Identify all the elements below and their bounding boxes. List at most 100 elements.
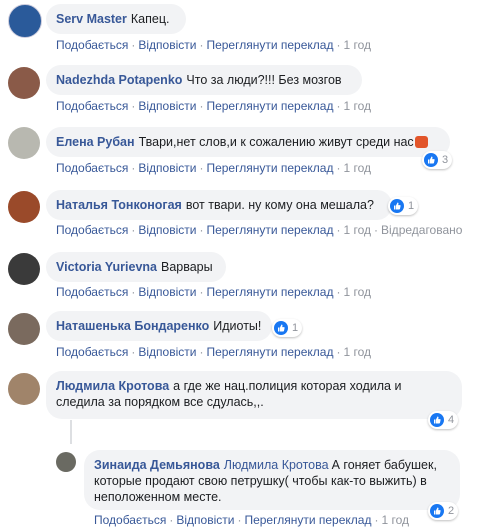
see-translation-link[interactable]: Переглянути переклад: [244, 513, 371, 527]
separator-dot: ·: [374, 513, 379, 527]
comment-author[interactable]: Людмила Кротова: [56, 379, 169, 393]
comment-bubble: Serv Master Капец.: [46, 4, 186, 34]
comment-author[interactable]: Nadezhda Potapenko: [56, 73, 182, 87]
reply-author[interactable]: Зинаида Демьянова: [94, 458, 220, 472]
reply-link[interactable]: Відповісти: [138, 38, 196, 52]
like-link[interactable]: Подобається: [56, 161, 128, 175]
separator-dot: ·: [336, 99, 341, 113]
separator-dot: ·: [336, 285, 341, 299]
comment-text: следила за порядком все сдулась,,.: [56, 395, 264, 409]
comment-bubble: Наташенька Бондаренко Идиоты!: [46, 311, 272, 341]
avatar[interactable]: [8, 67, 40, 99]
reply-thread-line: [70, 420, 72, 444]
separator-dot: ·: [131, 345, 136, 359]
edited-label[interactable]: Відредаговано: [381, 223, 462, 237]
comment-time[interactable]: 1 год: [343, 38, 371, 52]
avatar[interactable]: [8, 4, 42, 38]
comment-time[interactable]: 1 год: [343, 223, 371, 237]
reaction-number: 1: [408, 200, 415, 212]
comment-time[interactable]: 1 год: [343, 99, 371, 113]
separator-dot: ·: [169, 513, 174, 527]
comment-actions: Подобається · Відповісти · Переглянути перек…: [56, 223, 462, 237]
see-translation-link[interactable]: Переглянути переклад: [206, 161, 333, 175]
comment-text: Капец.: [130, 12, 170, 26]
like-reaction-icon: [430, 504, 444, 518]
comment-time[interactable]: 1 год: [343, 345, 371, 359]
avatar[interactable]: [8, 313, 40, 345]
like-link[interactable]: Подобається: [56, 38, 128, 52]
reply-link[interactable]: Відповісти: [138, 99, 196, 113]
avatar[interactable]: [8, 191, 40, 223]
reaction-count[interactable]: 2: [428, 502, 459, 520]
see-translation-link[interactable]: Переглянути переклад: [206, 223, 333, 237]
like-link[interactable]: Подобається: [56, 285, 128, 299]
reaction-number: 4: [448, 414, 455, 426]
comment-bubble: Nadezhda Potapenko Что за люди?!!! Без мо…: [46, 65, 362, 95]
comment-bubble: Наталья Тонконогая вот твари. ну кому она…: [46, 190, 392, 220]
avatar[interactable]: [8, 373, 40, 405]
reply-link[interactable]: Відповісти: [138, 223, 196, 237]
separator-dot: ·: [199, 99, 204, 113]
avatar[interactable]: [56, 452, 76, 472]
reaction-count[interactable]: 1: [272, 319, 303, 337]
separator-dot: ·: [336, 223, 341, 237]
reply-text: А гоняет бабушек,: [331, 458, 437, 472]
separator-dot: ·: [237, 513, 242, 527]
separator-dot: ·: [199, 38, 204, 52]
comment-time[interactable]: 1 год: [343, 285, 371, 299]
separator-dot: ·: [199, 161, 204, 175]
reaction-count[interactable]: 3: [422, 151, 453, 169]
comment-author[interactable]: Наталья Тонконогая: [56, 198, 182, 212]
see-translation-link[interactable]: Переглянути переклад: [206, 99, 333, 113]
avatar[interactable]: [8, 253, 40, 285]
reaction-number: 3: [442, 154, 449, 166]
comment-author[interactable]: Serv Master: [56, 12, 127, 26]
comment-actions: Подобається · Відповісти · Переглянути перек…: [56, 161, 371, 175]
comment-actions: Подобається · Відповісти · Переглянути перек…: [56, 38, 371, 52]
reaction-count[interactable]: 1: [388, 197, 419, 215]
comment-text: вот твари. ну кому она мешала?: [185, 198, 374, 212]
reaction-count[interactable]: 4: [428, 411, 459, 429]
like-link[interactable]: Подобається: [56, 345, 128, 359]
emoji-icon: [414, 136, 428, 148]
reply-mention[interactable]: Людмила Кротова: [224, 458, 329, 472]
separator-dot: ·: [131, 161, 136, 175]
comment-text: Твари,нет слов,и к сожалению живут среди…: [138, 135, 414, 149]
comment-time[interactable]: 1 год: [381, 513, 409, 527]
comment-bubble: Елена Рубан Твари,нет слов,и к сожалению …: [46, 127, 450, 157]
like-link[interactable]: Подобається: [94, 513, 166, 527]
comment-actions: Подобається · Відповісти · Переглянути перек…: [56, 285, 371, 299]
reply-text: которые продают свою петрушку( чтобы как…: [94, 474, 427, 488]
reply-text: неположенном месте.: [94, 490, 222, 504]
reply-link[interactable]: Відповісти: [138, 345, 196, 359]
see-translation-link[interactable]: Переглянути переклад: [206, 38, 333, 52]
like-reaction-icon: [430, 413, 444, 427]
comment-actions: Подобається · Відповісти · Переглянути перек…: [56, 99, 371, 113]
separator-dot: ·: [131, 223, 136, 237]
like-reaction-icon: [390, 199, 404, 213]
separator-dot: ·: [131, 38, 136, 52]
comment-time[interactable]: 1 год: [343, 161, 371, 175]
comment-author[interactable]: Victoria Yurievna: [56, 260, 157, 274]
comment-author[interactable]: Наташенька Бондаренко: [56, 319, 209, 333]
separator-dot: ·: [199, 223, 204, 237]
reaction-number: 2: [448, 505, 455, 517]
separator-dot: ·: [131, 99, 136, 113]
reply-link[interactable]: Відповісти: [138, 285, 196, 299]
comment-bubble: Зинаида Демьянова Людмила Кротова А гоняет…: [84, 450, 460, 510]
reply-link[interactable]: Відповісти: [138, 161, 196, 175]
separator-dot: ·: [336, 38, 341, 52]
separator-dot: ·: [199, 345, 204, 359]
reply-link[interactable]: Відповісти: [176, 513, 234, 527]
comment-actions: Подобається · Відповісти · Переглянути перек…: [56, 345, 371, 359]
comment-text: а где же нац.полиция которая ходила и: [173, 379, 402, 393]
like-link[interactable]: Подобається: [56, 223, 128, 237]
see-translation-link[interactable]: Переглянути переклад: [206, 345, 333, 359]
comment-bubble: Victoria Yurievna Варвары: [46, 252, 226, 282]
avatar[interactable]: [8, 127, 40, 159]
separator-dot: ·: [336, 345, 341, 359]
like-reaction-icon: [274, 321, 288, 335]
see-translation-link[interactable]: Переглянути переклад: [206, 285, 333, 299]
comment-author[interactable]: Елена Рубан: [56, 135, 135, 149]
like-link[interactable]: Подобається: [56, 99, 128, 113]
